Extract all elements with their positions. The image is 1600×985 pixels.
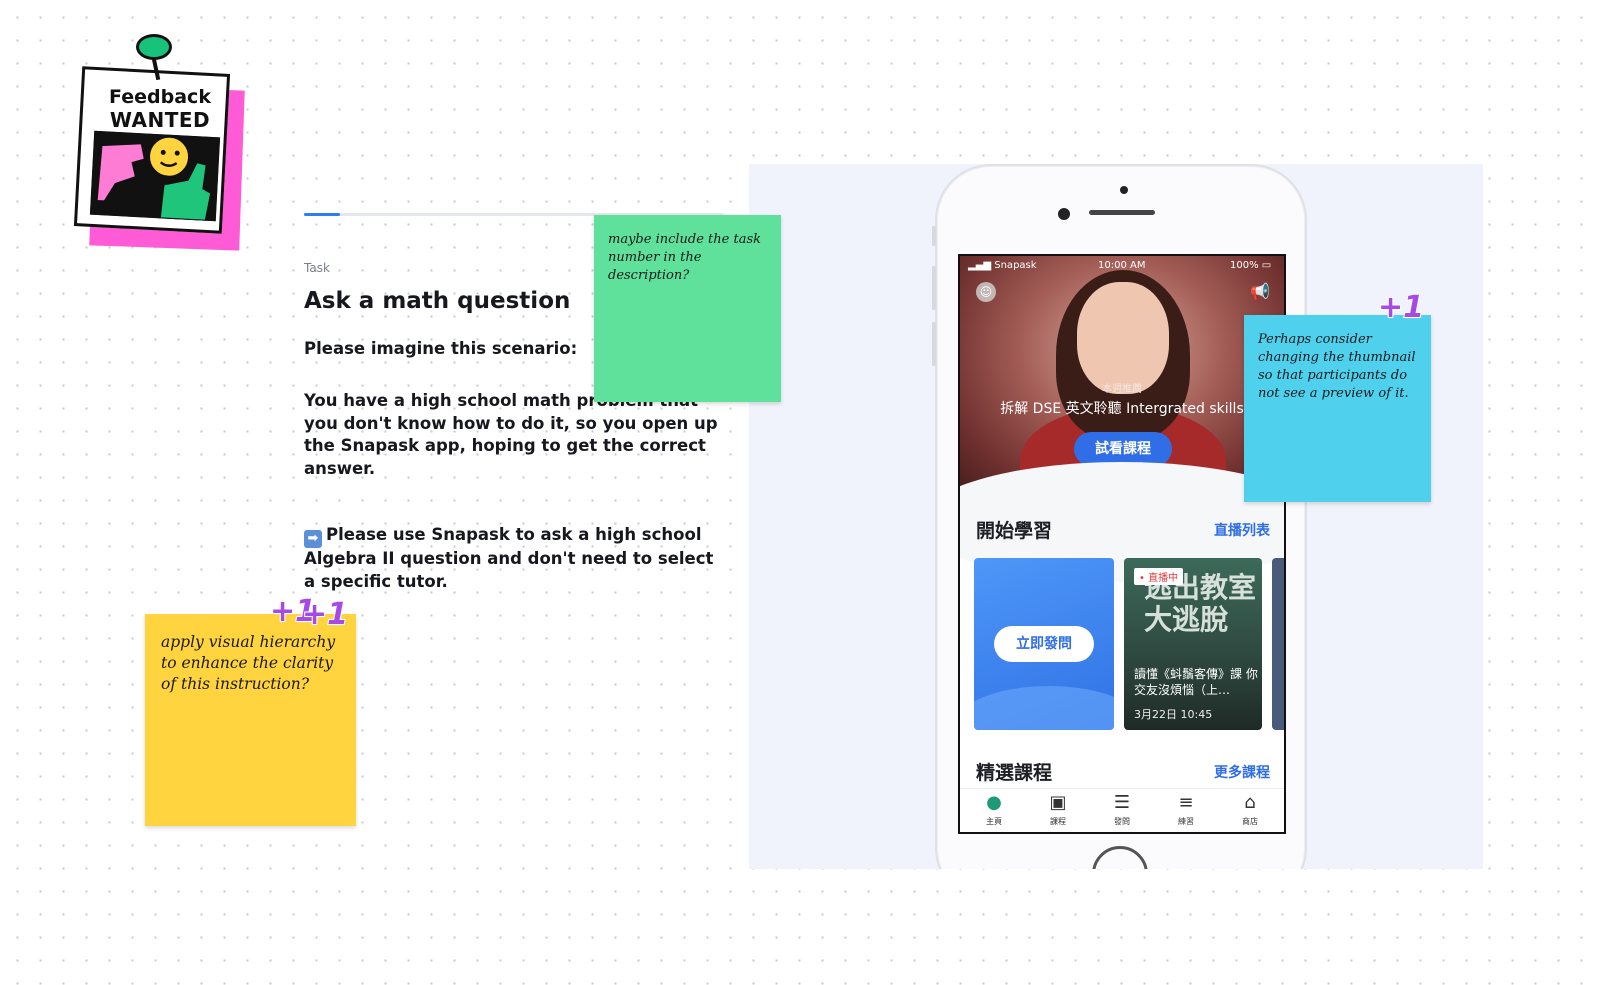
status-time: 10:00 AM — [1098, 260, 1146, 271]
task-title: Ask a math question — [304, 288, 571, 314]
instruction-text: ➡ Please use Snapask to ask a high school… — [304, 524, 724, 593]
phone-speaker — [1089, 210, 1155, 215]
live-card-date: 3月22日 10:45 — [1134, 708, 1213, 721]
live-list-link[interactable]: 直播列表 — [1214, 520, 1270, 540]
tab-home[interactable]: ● 主頁 — [962, 791, 1026, 827]
badge-line-wanted: WANTED — [109, 108, 211, 132]
ask-now-button[interactable]: 立即發問 — [994, 626, 1094, 662]
tab-label: 練習 — [1178, 817, 1194, 826]
phone-mute-switch — [932, 226, 936, 246]
badge-line-feedback: Feedback — [109, 86, 211, 108]
hero-banner[interactable]: ▂▄▆ Snapask 10:00 AM 100% ▭ ☺ 📢 本週推薦 拆解 … — [960, 256, 1284, 582]
status-battery: 100% ▭ — [1230, 260, 1272, 271]
practice-icon: ≡ — [1178, 792, 1194, 813]
live-badge: • 直播中 — [1134, 568, 1184, 585]
live-card-caption: 讀懂《蚪鬚客傳》課 你交友沒煩惱（上… — [1134, 667, 1258, 697]
card-cloud-decoration — [974, 686, 1114, 730]
tab-label: 主頁 — [986, 817, 1002, 826]
trial-course-button[interactable]: 試看課程 — [1074, 432, 1172, 466]
home-icon: ● — [986, 792, 1002, 813]
status-carrier: ▂▄▆ Snapask — [968, 260, 1037, 271]
feedback-wanted-badge: Feedback WANTED — [73, 34, 246, 254]
phone-volume-up — [932, 266, 936, 310]
sticky-note-yellow[interactable]: apply visual hierarchy to enhance the cl… — [145, 614, 356, 826]
phone-home-button — [1092, 846, 1148, 869]
progress-bar — [304, 213, 340, 216]
phone-volume-down — [932, 322, 936, 366]
megaphone-icon[interactable]: 📢 — [1250, 282, 1270, 302]
task-label: Task — [304, 261, 330, 275]
tab-ask[interactable]: ☰ 發問 — [1090, 791, 1154, 827]
hero-tag: 本週推薦 — [1102, 384, 1142, 395]
tab-shop[interactable]: ⌂ 商店 — [1218, 791, 1282, 827]
sticky-note-green[interactable]: maybe include the task number in the des… — [594, 215, 781, 402]
thumbs-illustration — [89, 130, 221, 222]
tab-bar: ● 主頁 ▣ 課程 ☰ 發問 ≡ 練習 ⌂ 商店 — [960, 788, 1284, 832]
instruction-body: Please use Snapask to ask a high school … — [304, 525, 714, 591]
sticky-note-text: maybe include the task number in the des… — [608, 232, 762, 283]
hero-presenter-face — [1077, 282, 1169, 394]
ask-question-card[interactable]: 立即發問 — [974, 558, 1114, 730]
shop-icon: ⌂ — [1244, 792, 1256, 813]
section-featured-title: 精選課程 — [976, 762, 1053, 784]
course-icon: ▣ — [1049, 792, 1067, 813]
vote-plus-one[interactable]: +1 — [301, 596, 349, 633]
profile-icon[interactable]: ☺ — [976, 282, 996, 302]
sticky-note-text: apply visual hierarchy to enhance the cl… — [161, 633, 336, 693]
phone-screen: ▂▄▆ Snapask 10:00 AM 100% ▭ ☺ 📢 本週推薦 拆解 … — [958, 254, 1286, 834]
hero-headline: 拆解 DSE 英文聆聽 Intergrated skills — [1000, 401, 1244, 417]
vote-plus-one[interactable]: +1 — [1377, 289, 1425, 326]
pushpin-icon — [136, 34, 172, 60]
phone-sensor — [1120, 186, 1128, 194]
app-preview-panel: ▂▄▆ Snapask 10:00 AM 100% ▭ ☺ 📢 本週推薦 拆解 … — [749, 164, 1483, 869]
tab-label: 課程 — [1050, 817, 1066, 826]
ask-icon: ☰ — [1113, 792, 1131, 813]
tab-label: 商店 — [1242, 817, 1258, 826]
tab-label: 發問 — [1114, 817, 1130, 826]
tab-practice[interactable]: ≡ 練習 — [1154, 791, 1218, 827]
arrow-right-icon: ➡ — [304, 530, 322, 548]
next-card-peek[interactable] — [1272, 558, 1284, 730]
phone-camera — [1058, 208, 1070, 220]
scenario-text: You have a high school math problem that… — [304, 391, 718, 478]
more-courses-link[interactable]: 更多課程 — [1214, 762, 1270, 782]
tab-courses[interactable]: ▣ 課程 — [1026, 791, 1090, 827]
live-class-card[interactable]: 逃出教室大逃脫 • 直播中 讀懂《蚪鬚客傳》課 你交友沒煩惱（上… 3月22日 … — [1124, 558, 1262, 730]
section-start-learning-title: 開始學習 — [976, 520, 1053, 542]
sticky-note-text: Perhaps consider changing the thumbnail … — [1258, 332, 1416, 401]
sticky-note-cyan[interactable]: Perhaps consider changing the thumbnail … — [1244, 315, 1431, 502]
